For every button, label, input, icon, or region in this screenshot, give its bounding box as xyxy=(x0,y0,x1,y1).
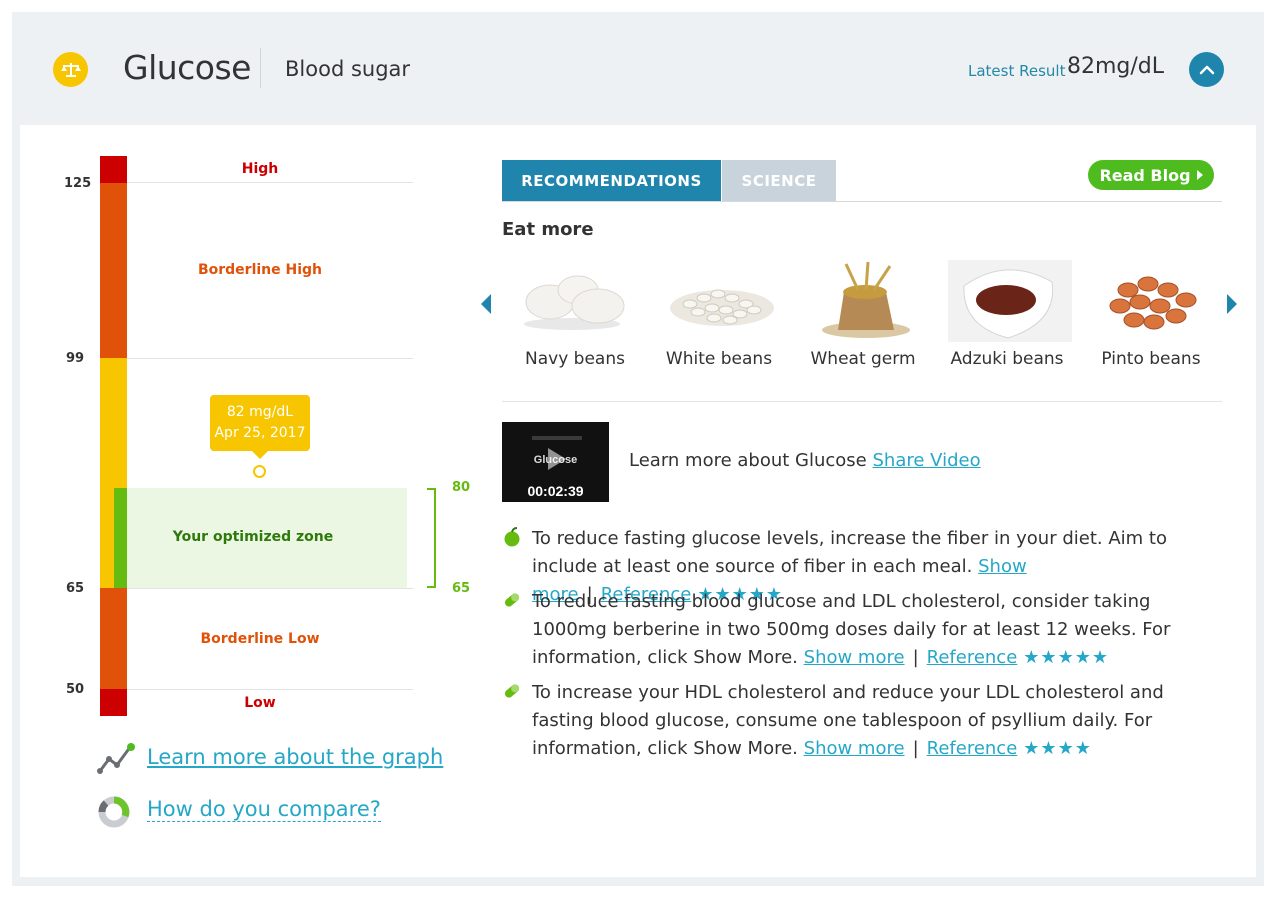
gridline-50 xyxy=(127,689,413,690)
zone-label-borderline-low: Borderline Low xyxy=(200,631,320,647)
latest-result-label: Latest Result xyxy=(968,62,1066,80)
collapse-button[interactable] xyxy=(1189,52,1224,87)
food-name: Navy beans xyxy=(525,349,625,369)
gridline-65 xyxy=(127,588,413,589)
page-subtitle: Blood sugar xyxy=(285,57,411,81)
graph-icon xyxy=(97,743,137,780)
result-value: 82 mg/dL xyxy=(226,404,294,420)
rating-stars: ★★★★★ xyxy=(1023,647,1109,668)
title-divider xyxy=(260,48,261,88)
food-item-pinto-beans[interactable]: Pinto beans xyxy=(1079,260,1223,369)
link-separator: | xyxy=(912,647,919,668)
eat-more-heading: Eat more xyxy=(502,219,594,240)
food-name: Pinto beans xyxy=(1101,349,1201,369)
gridline-125 xyxy=(127,182,413,183)
tab-underline xyxy=(502,201,1222,202)
show-more-link[interactable]: Show more xyxy=(804,738,905,759)
chevron-up-icon xyxy=(1199,65,1214,74)
pinto-beans-image xyxy=(1086,260,1216,342)
adzuki-beans-image xyxy=(942,260,1072,342)
food-item-white-beans[interactable]: White beans xyxy=(647,260,791,369)
tab-recommendations[interactable]: RECOMMENDATIONS xyxy=(502,160,721,201)
compare-link-text[interactable]: How do you compare? xyxy=(147,797,381,822)
y-tick-50: 50 xyxy=(66,682,85,697)
learn-graph-link-text[interactable]: Learn more about the graph xyxy=(147,745,443,769)
video-thumbnail[interactable]: Glucose 00:02:39 xyxy=(502,422,609,502)
tab-science[interactable]: SCIENCE xyxy=(722,160,836,201)
carousel-prev-icon[interactable] xyxy=(481,294,491,314)
optimized-range-low: 65 xyxy=(452,581,471,596)
scale-icon xyxy=(53,52,88,87)
recommendation-item: To increase your HDL cholesterol and red… xyxy=(532,679,1227,763)
zone-label-borderline-high: Borderline High xyxy=(197,262,323,278)
food-name: Adzuki beans xyxy=(950,349,1064,369)
food-item-adzuki-beans[interactable]: Adzuki beans xyxy=(935,260,1079,369)
y-tick-99: 99 xyxy=(66,351,85,366)
optimized-range-bracket xyxy=(427,488,436,588)
zone-label-optimized: Your optimized zone xyxy=(172,529,334,545)
gridline-99 xyxy=(127,358,413,359)
food-name: Wheat germ xyxy=(810,349,916,369)
read-blog-button[interactable]: Read Blog xyxy=(1088,160,1214,190)
food-item-navy-beans[interactable]: Navy beans xyxy=(503,260,647,369)
food-name: White beans xyxy=(665,349,773,369)
page-title: Glucose xyxy=(123,48,251,87)
zone-label-high: High xyxy=(241,161,279,177)
wheat-germ-image xyxy=(798,260,928,342)
read-blog-label: Read Blog xyxy=(1099,165,1191,185)
card-header: Glucose Blood sugar Latest Result 82mg/d… xyxy=(12,12,1264,125)
learn-graph-link[interactable]: Learn more about the graph xyxy=(147,745,443,769)
share-video-link[interactable]: Share Video xyxy=(873,450,981,471)
result-marker[interactable] xyxy=(253,465,266,478)
video-brand xyxy=(532,436,582,440)
show-more-link[interactable]: Show more xyxy=(804,647,905,668)
play-icon xyxy=(548,448,566,470)
carousel-next-icon[interactable] xyxy=(1227,294,1237,314)
video-duration: 00:02:39 xyxy=(527,483,584,499)
caret-right-icon xyxy=(1196,170,1203,180)
y-tick-65: 65 xyxy=(66,581,85,596)
latest-result-value: 82mg/dL xyxy=(1067,54,1165,79)
optimized-range-high: 80 xyxy=(452,480,471,495)
section-divider xyxy=(502,401,1222,402)
rating-stars: ★★★★ xyxy=(1023,738,1092,759)
video-caption: Learn more about Glucose Share Video xyxy=(629,450,981,471)
zone-label-low: Low xyxy=(244,695,276,711)
navy-beans-image xyxy=(510,260,640,342)
apple-icon xyxy=(502,527,522,547)
pill-icon xyxy=(502,681,522,701)
link-separator: | xyxy=(912,738,919,759)
pill-icon xyxy=(502,590,522,610)
recommendation-item: To reduce fasting blood glucose and LDL … xyxy=(532,588,1227,672)
recommendation-text: To reduce fasting glucose levels, increa… xyxy=(532,528,1167,577)
result-date: Apr 25, 2017 xyxy=(214,425,306,441)
food-item-wheat-germ[interactable]: Wheat germ xyxy=(791,260,935,369)
result-tooltip: 82 mg/dL Apr 25, 2017 xyxy=(210,395,310,459)
reference-link[interactable]: Reference xyxy=(927,647,1018,668)
compare-link[interactable]: How do you compare? xyxy=(147,797,381,822)
compare-icon xyxy=(97,795,131,834)
video-learn-text: Learn more about Glucose xyxy=(629,450,867,471)
y-tick-125: 125 xyxy=(64,176,92,191)
white-beans-image xyxy=(654,260,784,342)
reference-link[interactable]: Reference xyxy=(927,738,1018,759)
